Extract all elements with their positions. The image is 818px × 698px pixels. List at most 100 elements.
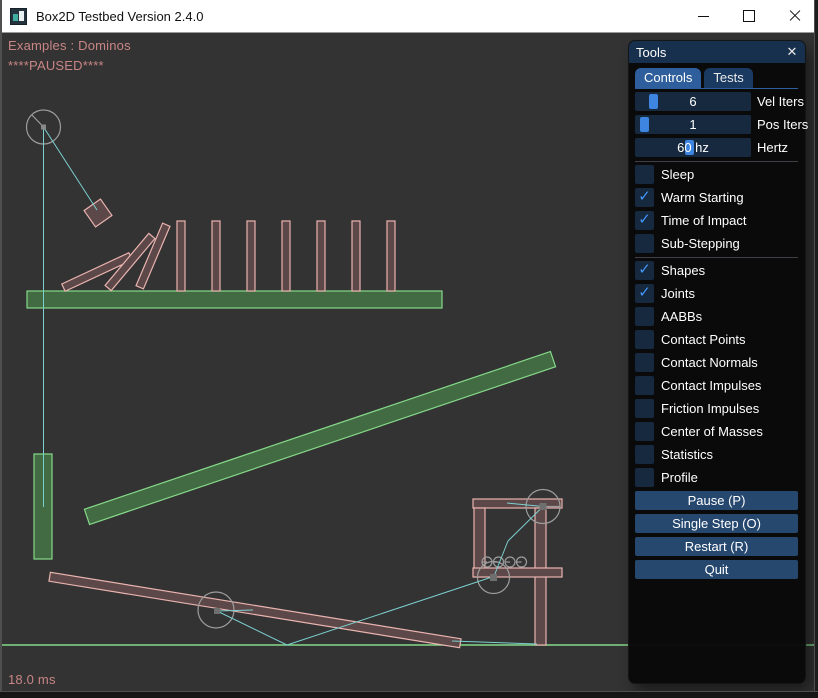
center-of-masses-label: Center of Masses bbox=[661, 424, 763, 439]
anchor-pulley bbox=[41, 125, 46, 130]
contact-normals-label: Contact Normals bbox=[661, 355, 758, 370]
vel-iters-value: 6 bbox=[635, 92, 751, 111]
check-row-sleep: ✓ Sleep bbox=[635, 165, 798, 184]
pause-button[interactable]: Pause (P) bbox=[635, 491, 798, 510]
tools-panel-body: Controls Tests 6 Vel Iters 1 Pos Iters 6… bbox=[629, 63, 805, 579]
contact-normals-checkbox[interactable]: ✓ bbox=[635, 353, 654, 372]
tab-tests[interactable]: Tests bbox=[704, 68, 752, 88]
sub-stepping-checkbox[interactable]: ✓ bbox=[635, 234, 654, 253]
panel-close-icon[interactable]: ✕ bbox=[784, 44, 800, 60]
contact-impulses-label: Contact Impulses bbox=[661, 378, 761, 393]
check-row-shapes: ✓ Shapes bbox=[635, 261, 798, 280]
close-icon bbox=[789, 10, 801, 22]
joints-checkbox[interactable]: ✓ bbox=[635, 284, 654, 303]
friction-impulses-checkbox[interactable]: ✓ bbox=[635, 399, 654, 418]
stand-left-post bbox=[474, 508, 485, 577]
pos-iters-label: Pos Iters bbox=[757, 117, 808, 132]
check-row-statistics: ✓ Statistics bbox=[635, 445, 798, 464]
warm-starting-checkbox[interactable]: ✓ bbox=[635, 188, 654, 207]
frame-time-label: 18.0 ms bbox=[8, 672, 56, 687]
window-border-bottom[interactable] bbox=[0, 691, 818, 698]
domino-6 bbox=[352, 221, 360, 291]
hertz-label: Hertz bbox=[757, 140, 788, 155]
vel-iters-slider[interactable]: 6 bbox=[635, 92, 751, 111]
hertz-value: 60 hz bbox=[635, 138, 751, 157]
close-button[interactable] bbox=[772, 0, 818, 32]
center-of-masses-checkbox[interactable]: ✓ bbox=[635, 422, 654, 441]
check-row-contact-points: ✓ Contact Points bbox=[635, 330, 798, 349]
sub-stepping-label: Sub-Stepping bbox=[661, 236, 740, 251]
statistics-checkbox[interactable]: ✓ bbox=[635, 445, 654, 464]
anchor-pivot bbox=[214, 608, 220, 614]
time-of-impact-label: Time of Impact bbox=[661, 213, 746, 228]
tab-controls[interactable]: Controls bbox=[635, 68, 701, 88]
aabbs-checkbox[interactable]: ✓ bbox=[635, 307, 654, 326]
pos-iters-slider[interactable]: 1 bbox=[635, 115, 751, 134]
slider-row-vel-iters: 6 Vel Iters bbox=[635, 92, 798, 111]
profile-checkbox[interactable]: ✓ bbox=[635, 468, 654, 487]
minimize-button[interactable] bbox=[680, 0, 726, 32]
sleep-label: Sleep bbox=[661, 167, 694, 182]
joint-line-along-ground bbox=[452, 641, 537, 644]
tools-panel: Tools ✕ Controls Tests 6 Vel Iters 1 Pos… bbox=[628, 40, 806, 684]
quit-button[interactable]: Quit bbox=[635, 560, 798, 579]
aabbs-label: AABBs bbox=[661, 309, 702, 324]
friction-impulses-label: Friction Impulses bbox=[661, 401, 759, 416]
stand-shelf bbox=[473, 568, 562, 577]
domino-2 bbox=[212, 221, 220, 291]
window-border-right[interactable] bbox=[814, 0, 818, 698]
shapes-label: Shapes bbox=[661, 263, 705, 278]
domino-1 bbox=[177, 221, 185, 291]
check-row-profile: ✓ Profile bbox=[635, 468, 798, 487]
separator bbox=[635, 257, 798, 258]
minimize-icon bbox=[698, 16, 709, 17]
caption-buttons bbox=[680, 0, 818, 32]
contact-impulses-checkbox[interactable]: ✓ bbox=[635, 376, 654, 395]
title-bar[interactable]: Box2D Testbed Version 2.4.0 bbox=[0, 0, 818, 33]
joint-line-to-box bbox=[44, 127, 98, 210]
contact-points-label: Contact Points bbox=[661, 332, 746, 347]
example-name-label: Examples : Dominos bbox=[8, 38, 131, 53]
statistics-label: Statistics bbox=[661, 447, 713, 462]
pos-iters-value: 1 bbox=[635, 115, 751, 134]
check-icon: ✓ bbox=[638, 260, 651, 279]
suspended-box bbox=[84, 199, 112, 227]
domino-7 bbox=[387, 221, 395, 291]
contact-points-checkbox[interactable]: ✓ bbox=[635, 330, 654, 349]
shapes-checkbox[interactable]: ✓ bbox=[635, 261, 654, 280]
single-step-button[interactable]: Single Step (O) bbox=[635, 514, 798, 533]
tools-panel-title: Tools bbox=[636, 45, 666, 60]
separator bbox=[635, 161, 798, 162]
check-row-warm-starting: ✓ Warm Starting bbox=[635, 188, 798, 207]
slider-row-pos-iters: 1 Pos Iters bbox=[635, 115, 798, 134]
sleep-checkbox[interactable]: ✓ bbox=[635, 165, 654, 184]
restart-button[interactable]: Restart (R) bbox=[635, 537, 798, 556]
joints-label: Joints bbox=[661, 286, 695, 301]
tools-panel-titlebar[interactable]: Tools ✕ bbox=[629, 41, 805, 63]
warm-starting-label: Warm Starting bbox=[661, 190, 744, 205]
box2d-testbed-window: { "window": { "title": "Box2D Testbed Ve… bbox=[0, 0, 818, 698]
check-icon: ✓ bbox=[638, 283, 651, 302]
domino-4 bbox=[282, 221, 290, 291]
app-icon bbox=[10, 8, 27, 25]
profile-label: Profile bbox=[661, 470, 698, 485]
check-icon: ✓ bbox=[638, 187, 651, 206]
domino-3 bbox=[247, 221, 255, 291]
maximize-button[interactable] bbox=[726, 0, 772, 32]
time-of-impact-checkbox[interactable]: ✓ bbox=[635, 211, 654, 230]
dynamic-bodies bbox=[49, 199, 562, 648]
tab-underline bbox=[635, 88, 798, 89]
shelf bbox=[27, 291, 442, 308]
seesaw-plank bbox=[49, 572, 461, 647]
check-row-time-of-impact: ✓ Time of Impact bbox=[635, 211, 798, 230]
joint-anchors bbox=[41, 125, 547, 615]
domino-fallen-3 bbox=[136, 223, 170, 289]
domino-5 bbox=[317, 221, 325, 291]
tab-bar: Controls Tests bbox=[635, 68, 798, 88]
check-row-contact-impulses: ✓ Contact Impulses bbox=[635, 376, 798, 395]
check-row-aabbs: ✓ AABBs bbox=[635, 307, 798, 326]
hertz-slider[interactable]: 60 hz bbox=[635, 138, 751, 157]
check-row-sub-stepping: ✓ Sub-Stepping bbox=[635, 234, 798, 253]
check-icon: ✓ bbox=[638, 210, 651, 229]
slider-row-hertz: 60 hz Hertz bbox=[635, 138, 798, 157]
